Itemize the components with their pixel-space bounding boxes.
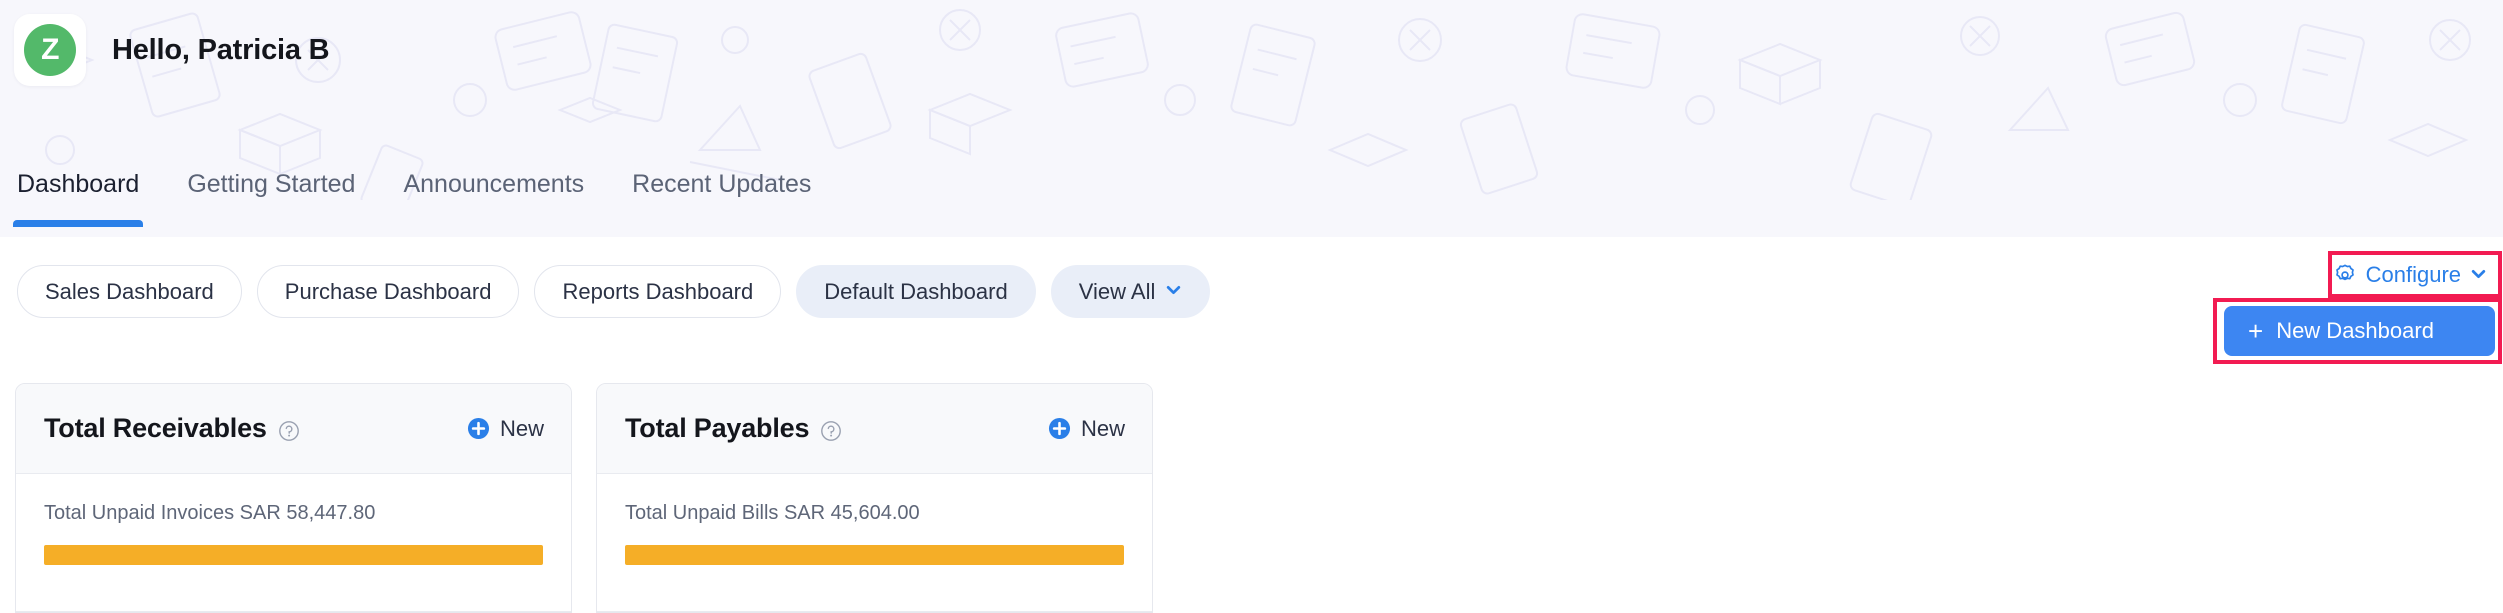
card-header: Total Receivables New	[16, 384, 571, 474]
new-payable-label: New	[1080, 415, 1125, 441]
receivables-progress-fill	[44, 545, 543, 565]
main-tabs: Dashboard Getting Started Announcements …	[13, 170, 815, 227]
avatar-initial: Z	[24, 24, 76, 76]
pill-default-dashboard-label: Default Dashboard	[824, 278, 1008, 304]
plus-icon: +	[2248, 316, 2264, 346]
menu-item-new-dashboard-label: New Dashboard	[2276, 318, 2434, 343]
dashboard-body: Sales Dashboard Purchase Dashboard Repor…	[0, 237, 2503, 613]
dashboard-pill-row: Sales Dashboard Purchase Dashboard Repor…	[17, 265, 1211, 318]
configure-dropdown-menu: + New Dashboard	[2224, 306, 2495, 356]
tab-dashboard[interactable]: Dashboard	[13, 170, 144, 227]
help-circle-icon[interactable]	[278, 420, 300, 442]
help-circle-icon[interactable]	[820, 420, 842, 442]
new-payable-button[interactable]: New	[1048, 416, 1125, 442]
chevron-down-icon	[2471, 269, 2486, 278]
menu-item-new-dashboard[interactable]: + New Dashboard	[2224, 306, 2495, 356]
tab-announcements-label: Announcements	[403, 170, 585, 198]
card-divider	[597, 611, 1152, 612]
tab-recent-updates-label: Recent Updates	[632, 170, 812, 198]
pill-view-all-label: View All	[1078, 278, 1156, 304]
chevron-down-icon	[1167, 285, 1181, 295]
page-header: Z Hello, Patricia B Dashboard Getting St…	[0, 0, 2503, 237]
card-title: Total Payables	[625, 413, 810, 443]
pill-purchase-dashboard[interactable]: Purchase Dashboard	[256, 265, 520, 318]
configure-label: Configure	[2365, 262, 2461, 287]
card-divider	[16, 611, 571, 612]
user-greeting-row: Z Hello, Patricia B	[14, 14, 330, 86]
new-receivable-button[interactable]: New	[467, 416, 544, 442]
receivables-progress-track	[44, 545, 543, 565]
card-total-payables: Total Payables New Total Unpaid Bills SA…	[596, 383, 1153, 613]
pill-reports-dashboard[interactable]: Reports Dashboard	[534, 265, 782, 318]
pill-sales-dashboard[interactable]: Sales Dashboard	[17, 265, 242, 318]
gear-icon	[2335, 264, 2354, 281]
avatar[interactable]: Z	[14, 14, 86, 86]
pill-sales-dashboard-label: Sales Dashboard	[45, 278, 214, 304]
tab-getting-started-label: Getting Started	[187, 170, 356, 198]
payables-progress-fill	[625, 545, 1124, 565]
new-receivable-label: New	[499, 415, 544, 441]
pill-purchase-dashboard-label: Purchase Dashboard	[284, 278, 492, 304]
card-header: Total Payables New	[597, 384, 1152, 474]
card-title: Total Receivables	[44, 413, 267, 443]
card-body: Total Unpaid Invoices SAR 58,447.80	[16, 474, 571, 565]
tab-announcements[interactable]: Announcements	[399, 170, 588, 227]
card-body: Total Unpaid Bills SAR 45,604.00	[597, 474, 1152, 565]
plus-circle-icon	[467, 417, 490, 440]
tab-dashboard-label: Dashboard	[17, 170, 140, 198]
card-title-wrap: Total Receivables	[44, 413, 300, 444]
payables-progress-track	[625, 545, 1124, 565]
pill-default-dashboard[interactable]: Default Dashboard	[796, 265, 1036, 318]
unpaid-bills-summary: Total Unpaid Bills SAR 45,604.00	[625, 502, 920, 524]
page-title: Hello, Patricia B	[112, 33, 330, 66]
plus-circle-icon	[1048, 417, 1071, 440]
tab-getting-started[interactable]: Getting Started	[183, 170, 359, 227]
unpaid-invoices-summary: Total Unpaid Invoices SAR 58,447.80	[44, 502, 376, 524]
pill-reports-dashboard-label: Reports Dashboard	[562, 278, 754, 304]
card-total-receivables: Total Receivables New Total Unpaid Invoi…	[15, 383, 572, 613]
configure-button[interactable]: Configure	[2322, 256, 2497, 294]
tab-recent-updates[interactable]: Recent Updates	[628, 170, 815, 227]
card-title-wrap: Total Payables	[625, 413, 842, 444]
pill-view-all[interactable]: View All	[1050, 265, 1211, 318]
